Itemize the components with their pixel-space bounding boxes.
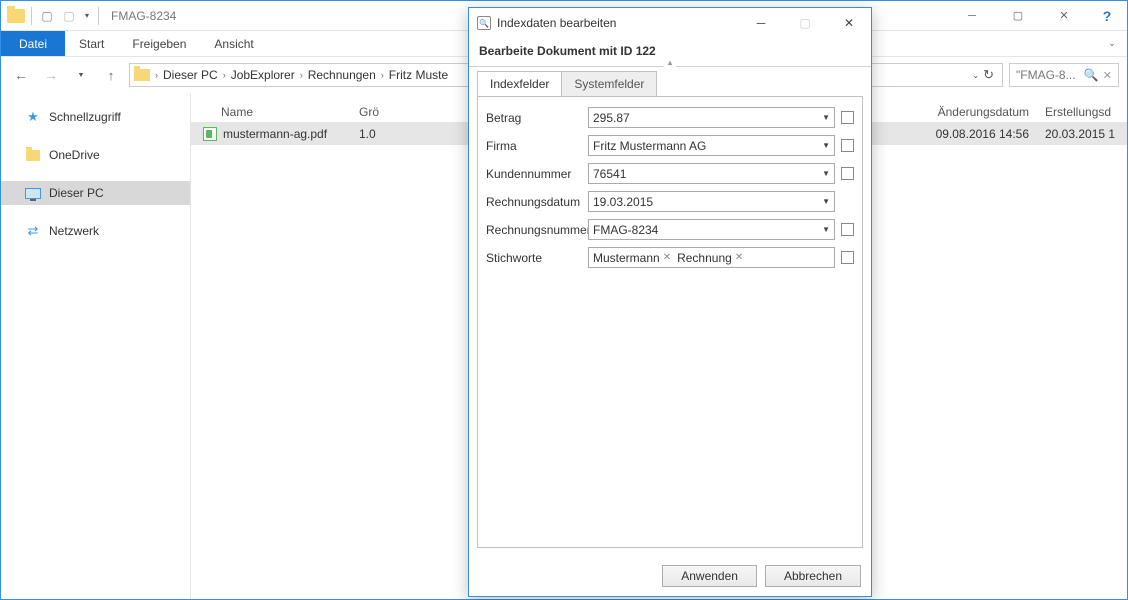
sidebar-item-thispc[interactable]: Dieser PC xyxy=(1,181,190,205)
column-header-modified[interactable]: Änderungsdatum xyxy=(907,105,1037,119)
field-input-rechnungsnummer[interactable]: FMAG-8234▼ xyxy=(588,219,835,240)
field-input-betrag[interactable]: 295.87▼ xyxy=(588,107,835,128)
field-label-firma: Firma xyxy=(486,139,582,153)
qat-dropdown[interactable]: ▾ xyxy=(82,7,92,25)
field-checkbox-kundennummer[interactable] xyxy=(841,167,854,180)
nav-forward-button[interactable]: → xyxy=(39,63,63,87)
sidebar-item-onedrive[interactable]: OneDrive xyxy=(1,143,190,167)
field-input-stichworte[interactable]: Mustermann ✕ Rechnung ✕ xyxy=(588,247,835,268)
column-header-created[interactable]: Erstellungsd xyxy=(1037,105,1127,119)
navigation-sidebar: ★ Schnellzugriff OneDrive Dieser PC ⇄ Ne… xyxy=(1,93,191,599)
search-icon: 🔍 xyxy=(1084,68,1099,82)
dialog-app-icon: 🔍 xyxy=(477,16,491,30)
field-label-rechnungsnummer: Rechnungsnummer xyxy=(486,223,582,237)
ribbon-tab-view[interactable]: Ansicht xyxy=(200,31,267,56)
sidebar-item-label: Schnellzugriff xyxy=(49,110,121,124)
file-created: 20.03.2015 1 xyxy=(1037,127,1127,141)
ribbon-tab-file[interactable]: Datei xyxy=(1,31,65,56)
close-button[interactable]: ✕ xyxy=(1041,1,1087,31)
ribbon-collapse-button[interactable]: ⌄ xyxy=(1097,31,1127,56)
clear-search-icon[interactable]: ✕ xyxy=(1103,69,1112,82)
chevron-down-icon: ▼ xyxy=(822,169,830,178)
chevron-down-icon: ▼ xyxy=(822,225,830,234)
file-size: 1.0 xyxy=(351,127,391,141)
file-modified: 09.08.2016 14:56 xyxy=(907,127,1037,141)
qat-new-folder-icon[interactable]: ▢ xyxy=(60,7,78,25)
field-checkbox-firma[interactable] xyxy=(841,139,854,152)
pc-icon xyxy=(25,185,41,201)
dialog-body: Betrag 295.87▼ Firma Fritz Mustermann AG… xyxy=(477,96,863,548)
pdf-icon xyxy=(203,127,217,141)
search-input[interactable]: "FMAG-8... 🔍 ✕ xyxy=(1009,63,1119,87)
breadcrumb-segment[interactable]: Fritz Muste xyxy=(389,68,448,82)
sidebar-item-label: Dieser PC xyxy=(49,186,104,200)
sidebar-item-network[interactable]: ⇄ Netzwerk xyxy=(1,219,190,243)
tab-systemfields[interactable]: Systemfelder xyxy=(561,71,657,96)
field-label-betrag: Betrag xyxy=(486,111,582,125)
field-input-firma[interactable]: Fritz Mustermann AG▼ xyxy=(588,135,835,156)
ribbon-tab-start[interactable]: Start xyxy=(65,31,118,56)
star-icon: ★ xyxy=(25,109,41,125)
field-checkbox-betrag[interactable] xyxy=(841,111,854,124)
column-header-name[interactable]: Name xyxy=(191,105,351,119)
window-title: FMAG-8234 xyxy=(111,9,176,23)
chevron-down-icon: ▼ xyxy=(822,197,830,206)
nav-recent-dropdown[interactable]: ▼ xyxy=(69,63,93,87)
dialog-tabs: Indexfelder Systemfelder xyxy=(469,71,871,96)
nav-up-button[interactable]: ↑ xyxy=(99,63,123,87)
folder-icon xyxy=(7,9,25,23)
sidebar-item-quickaccess[interactable]: ★ Schnellzugriff xyxy=(1,105,190,129)
field-checkbox-stichworte[interactable] xyxy=(841,251,854,264)
tab-indexfields[interactable]: Indexfelder xyxy=(477,71,561,96)
minimize-button[interactable]: ─ xyxy=(949,1,995,31)
breadcrumb-dropdown[interactable]: ⌄ xyxy=(972,71,979,80)
field-label-rechnungsdatum: Rechnungsdatum xyxy=(486,195,582,209)
field-input-kundennummer[interactable]: 76541▼ xyxy=(588,163,835,184)
keyword-tag[interactable]: Rechnung ✕ xyxy=(677,251,743,265)
dialog-titlebar[interactable]: 🔍 Indexdaten bearbeiten ─ ▢ ✕ xyxy=(469,8,871,38)
sidebar-item-label: Netzwerk xyxy=(49,224,99,238)
dialog-minimize-button[interactable]: ─ xyxy=(739,9,783,37)
index-edit-dialog: 🔍 Indexdaten bearbeiten ─ ▢ ✕ Bearbeite … xyxy=(468,7,872,597)
column-header-size[interactable]: Grö xyxy=(351,105,391,119)
breadcrumb-segment[interactable]: Rechnungen xyxy=(308,68,376,82)
dialog-maximize-button: ▢ xyxy=(783,9,827,37)
field-input-rechnungsdatum[interactable]: 19.03.2015▼ xyxy=(588,191,835,212)
ribbon-tab-share[interactable]: Freigeben xyxy=(118,31,200,56)
field-label-stichworte: Stichworte xyxy=(486,251,582,265)
search-placeholder: "FMAG-8... xyxy=(1016,68,1080,82)
chevron-down-icon: ▼ xyxy=(822,113,830,122)
sidebar-item-label: OneDrive xyxy=(49,148,100,162)
keyword-tag[interactable]: Mustermann ✕ xyxy=(593,251,671,265)
apply-button[interactable]: Anwenden xyxy=(662,565,757,587)
onedrive-icon xyxy=(25,147,41,163)
folder-icon xyxy=(134,69,150,81)
dialog-subtitle: Bearbeite Dokument mit ID 122 xyxy=(469,38,871,67)
file-name: mustermann-ag.pdf xyxy=(223,127,327,141)
chevron-right-icon[interactable]: › xyxy=(378,70,387,80)
qat-properties-icon[interactable]: ▢ xyxy=(38,7,56,25)
field-checkbox-rechnungsnummer[interactable] xyxy=(841,223,854,236)
dialog-close-button[interactable]: ✕ xyxy=(827,9,871,37)
maximize-button[interactable]: ▢ xyxy=(995,1,1041,31)
remove-tag-icon[interactable]: ✕ xyxy=(735,252,743,263)
refresh-button[interactable]: ↻ xyxy=(983,67,994,83)
dialog-footer: Anwenden Abbrechen xyxy=(469,556,871,596)
nav-back-button[interactable]: ← xyxy=(9,63,33,87)
breadcrumb-segment[interactable]: Dieser PC xyxy=(163,68,218,82)
field-label-kundennummer: Kundennummer xyxy=(486,167,582,181)
cancel-button[interactable]: Abbrechen xyxy=(765,565,861,587)
breadcrumb-segment[interactable]: JobExplorer xyxy=(231,68,295,82)
chevron-right-icon[interactable]: › xyxy=(297,70,306,80)
chevron-right-icon[interactable]: › xyxy=(220,70,229,80)
chevron-right-icon[interactable]: › xyxy=(152,70,161,80)
remove-tag-icon[interactable]: ✕ xyxy=(663,252,671,263)
chevron-down-icon: ▼ xyxy=(822,141,830,150)
network-icon: ⇄ xyxy=(25,223,41,239)
dialog-title: Indexdaten bearbeiten xyxy=(497,16,616,30)
help-button[interactable]: ? xyxy=(1087,1,1127,31)
